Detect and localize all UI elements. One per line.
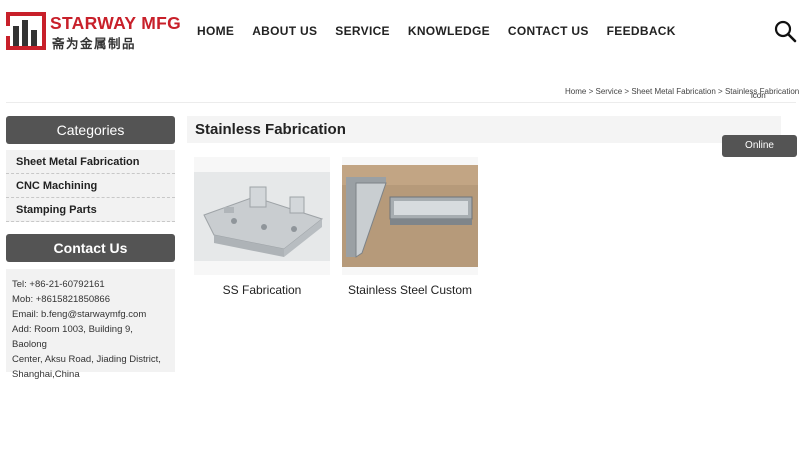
logo-mark xyxy=(6,12,46,50)
category-sheet-metal-fabrication[interactable]: Sheet Metal Fabrication xyxy=(6,150,175,174)
nav-service[interactable]: SERVICE xyxy=(335,24,390,38)
header-divider xyxy=(6,102,796,103)
search-icon xyxy=(774,20,797,43)
contact-mobile: Mob: +8615821850866 xyxy=(12,294,110,305)
product-image[interactable] xyxy=(342,157,478,275)
categories-heading: Categories xyxy=(6,116,175,144)
logo-text: STARWAY MFG xyxy=(50,13,182,33)
breadcrumb-separator: > xyxy=(718,87,723,96)
search-button[interactable] xyxy=(773,19,797,43)
site-logo[interactable]: STARWAY MFG 斋为金属制品 xyxy=(6,12,181,51)
product-card[interactable]: SS Fabrication xyxy=(194,157,330,297)
contact-email[interactable]: Email: b.feng@starwaymfg.com xyxy=(12,307,169,322)
contact-address-line: Add: Room 1003, Building 9, Baolong xyxy=(12,324,133,350)
breadcrumb-service[interactable]: Service xyxy=(595,87,622,96)
category-cnc-machining[interactable]: CNC Machining xyxy=(6,174,175,198)
breadcrumb-sheet-metal-fabrication[interactable]: Sheet Metal Fabrication xyxy=(631,87,716,96)
contact-address-line: Center, Aksu Road, Jiading District, xyxy=(12,354,161,365)
page-title: Stainless Fabrication xyxy=(187,116,781,143)
product-caption[interactable]: SS Fabrication xyxy=(194,283,330,297)
broken-icon-alt-text: icon xyxy=(751,91,766,100)
nav-contact-us[interactable]: CONTACT US xyxy=(508,24,589,38)
contact-heading: Contact Us xyxy=(6,234,175,262)
nav-knowledge[interactable]: KNOWLEDGE xyxy=(408,24,490,38)
contact-tel: Tel: +86-21-60792161 xyxy=(12,279,105,290)
product-card[interactable]: Stainless Steel Custom xyxy=(342,157,478,297)
stainless-steel-custom-photo xyxy=(342,165,478,267)
nav-feedback[interactable]: FEEDBACK xyxy=(607,24,676,38)
breadcrumb-separator: > xyxy=(624,87,630,96)
breadcrumb-home[interactable]: Home xyxy=(565,87,586,96)
category-stamping-parts[interactable]: Stamping Parts xyxy=(6,198,175,222)
contact-info: Tel: +86-21-60792161 Mob: +8615821850866… xyxy=(6,269,175,380)
main-nav: HOME ABOUT US SERVICE KNOWLEDGE CONTACT … xyxy=(188,24,685,38)
category-list: Sheet Metal Fabrication CNC Machining St… xyxy=(6,150,175,222)
product-image[interactable] xyxy=(194,157,330,275)
product-caption[interactable]: Stainless Steel Custom xyxy=(342,283,478,297)
logo-subtext: 斋为金属制品 xyxy=(52,36,137,51)
nav-home[interactable]: HOME xyxy=(197,24,234,38)
breadcrumb-separator: > xyxy=(588,87,594,96)
contact-address-line: Shanghai,China xyxy=(12,369,80,380)
online-chat-button[interactable]: Online xyxy=(722,135,797,157)
nav-about-us[interactable]: ABOUT US xyxy=(252,24,317,38)
ss-fabrication-photo xyxy=(194,172,330,261)
